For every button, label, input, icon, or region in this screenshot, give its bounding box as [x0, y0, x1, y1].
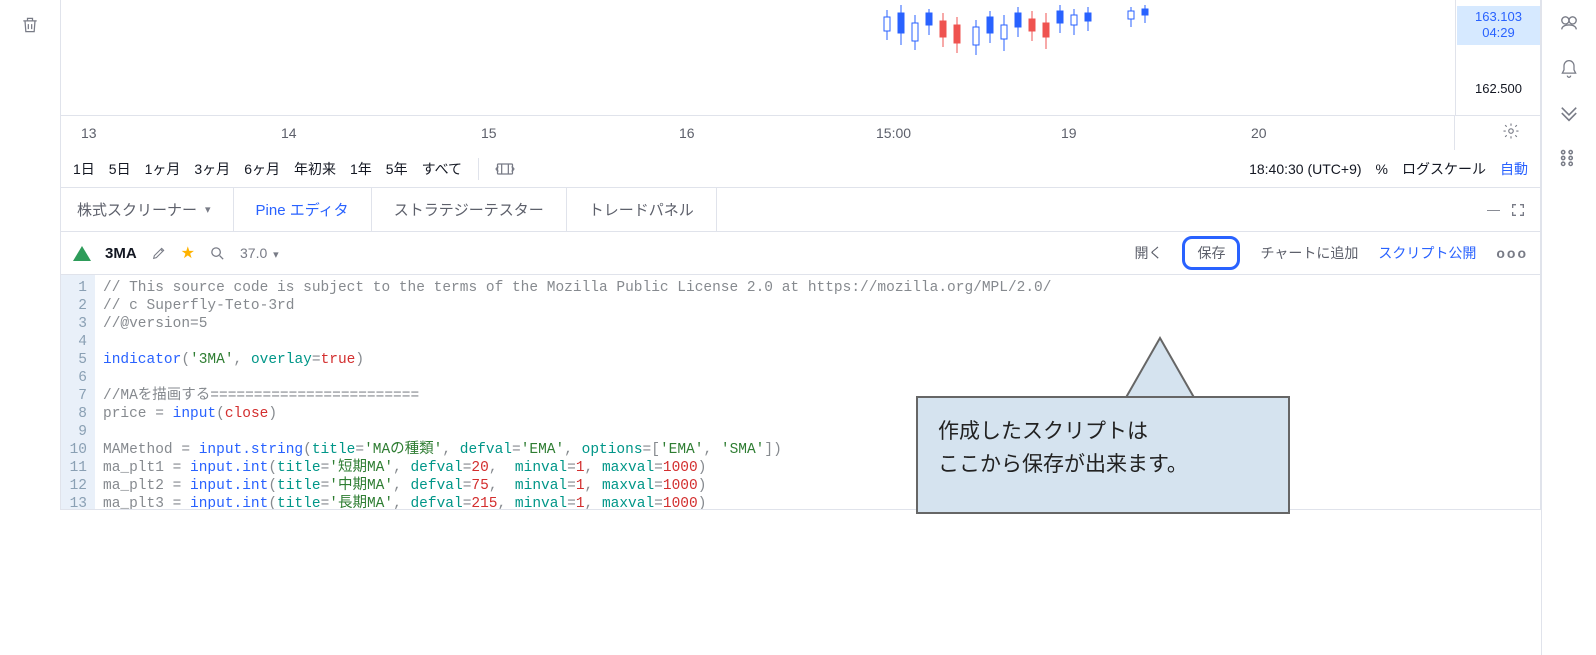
time-axis[interactable]: 13 14 15 16 15:00 19 20	[60, 116, 1541, 150]
tab-trade-panel[interactable]: トレードパネル	[567, 188, 717, 231]
line-number: 9	[65, 423, 87, 441]
line-number: 11	[65, 459, 87, 477]
goto-date-icon[interactable]	[495, 161, 515, 177]
tf-ytd[interactable]: 年初来	[294, 159, 336, 179]
line-number: 2	[65, 297, 87, 315]
tf-5y[interactable]: 5年	[386, 159, 408, 179]
code-editor[interactable]: 12345678910111213 // This source code is…	[60, 274, 1541, 510]
trash-icon[interactable]	[20, 15, 40, 35]
tf-1d[interactable]: 1日	[73, 159, 95, 179]
minimize-icon[interactable]: —	[1487, 202, 1498, 217]
tab-stock-screener[interactable]: 株式スクリーナー ▾	[61, 188, 234, 231]
script-name[interactable]: 3MA	[105, 245, 137, 262]
version-label: 37.0	[240, 245, 267, 261]
line-number: 6	[65, 369, 87, 387]
more-icon[interactable]: ooo	[1496, 245, 1528, 261]
code-line[interactable]: ma_plt1 = input.int(title='短期MA', defval…	[103, 459, 1532, 477]
tf-1mo[interactable]: 1ヶ月	[145, 159, 181, 179]
line-gutter: 12345678910111213	[61, 275, 95, 509]
x-tick: 15:00	[876, 125, 911, 141]
current-price: 163.103	[1457, 9, 1540, 25]
code-line[interactable]	[103, 369, 1532, 387]
price-scale[interactable]: 163.103 04:29 162.500	[1455, 0, 1540, 115]
candlestick-chart	[881, 5, 1231, 70]
star-icon[interactable]: ★	[181, 243, 195, 263]
version-dropdown[interactable]: 37.0 ▾	[240, 245, 279, 261]
publish-script-button[interactable]: スクリプト公開	[1378, 243, 1476, 263]
code-line[interactable]	[103, 423, 1532, 441]
gear-icon[interactable]	[1502, 122, 1520, 140]
x-tick: 20	[1251, 125, 1267, 141]
chart-area[interactable]: 163.103 04:29 162.500	[60, 0, 1541, 116]
tf-5d[interactable]: 5日	[109, 159, 131, 179]
code-line[interactable]: // c Superfly-Teto-3rd	[103, 297, 1532, 315]
code-line[interactable]: //MAを描画する========================	[103, 387, 1532, 405]
chevron-down-icon: ▾	[205, 203, 211, 216]
code-line[interactable]: ma_plt2 = input.int(title='中期MA', defval…	[103, 477, 1532, 495]
line-number: 5	[65, 351, 87, 369]
collapse-right-icon[interactable]	[1558, 105, 1580, 123]
code-line[interactable]: price = input(close)	[103, 405, 1532, 423]
tab-strategy-tester[interactable]: ストラテジーテスター	[372, 188, 567, 231]
tf-6mo[interactable]: 6ヶ月	[244, 159, 280, 179]
line-number: 8	[65, 405, 87, 423]
x-tick: 13	[81, 125, 97, 141]
line-number: 13	[65, 495, 87, 510]
annotation-callout: 作成したスクリプトは ここから保存が出来ます。	[916, 396, 1290, 514]
code-line[interactable]: //@version=5	[103, 315, 1532, 333]
tf-all[interactable]: すべて	[422, 159, 462, 179]
code-line[interactable]: ma_plt3 = input.int(title='長期MA', defval…	[103, 495, 1532, 510]
code-line[interactable]: indicator('3MA', overlay=true)	[103, 351, 1532, 369]
callout-line2: ここから保存が出来ます。	[938, 449, 1268, 482]
line-number: 7	[65, 387, 87, 405]
price-level: 162.500	[1457, 78, 1540, 99]
bottom-panel-tabs: 株式スクリーナー ▾ Pine エディタ ストラテジーテスター トレードパネル …	[60, 188, 1541, 232]
pine-logo-icon	[73, 246, 91, 261]
callout-line1: 作成したスクリプトは	[938, 416, 1268, 449]
x-tick: 19	[1061, 125, 1077, 141]
tab-label: Pine エディタ	[256, 199, 349, 220]
code-body[interactable]: // This source code is subject to the te…	[95, 275, 1540, 509]
logscale-toggle[interactable]: ログスケール	[1402, 159, 1486, 179]
line-number: 4	[65, 333, 87, 351]
current-time: 04:29	[1457, 25, 1540, 41]
tf-1y[interactable]: 1年	[350, 159, 372, 179]
line-number: 10	[65, 441, 87, 459]
chevron-down-icon: ▾	[273, 249, 279, 261]
maximize-icon[interactable]	[1510, 202, 1526, 218]
search-icon[interactable]	[209, 245, 226, 262]
open-button[interactable]: 開く	[1134, 243, 1162, 263]
object-tree-icon[interactable]	[1559, 148, 1579, 168]
right-rail	[1541, 0, 1596, 655]
save-button[interactable]: 保存	[1182, 236, 1240, 270]
code-line[interactable]: // This source code is subject to the te…	[103, 279, 1532, 297]
clock-label[interactable]: 18:40:30 (UTC+9)	[1249, 161, 1361, 177]
tab-label: ストラテジーテスター	[394, 199, 544, 220]
auto-toggle[interactable]: 自動	[1500, 159, 1528, 179]
tab-label: 株式スクリーナー	[77, 199, 197, 220]
x-tick: 14	[281, 125, 297, 141]
percent-toggle[interactable]: %	[1376, 161, 1388, 177]
alert-bell-icon[interactable]	[1559, 58, 1579, 80]
pencil-icon[interactable]	[151, 245, 167, 261]
code-line[interactable]: MAMethod = input.string(title='MAの種類', d…	[103, 441, 1532, 459]
watchlist-icon[interactable]	[1558, 15, 1580, 33]
x-tick: 15	[481, 125, 497, 141]
main-panel: 163.103 04:29 162.500 13 14 15 16 15:00 …	[60, 0, 1541, 655]
tab-label: トレードパネル	[589, 199, 694, 220]
script-toolbar: 3MA ★ 37.0 ▾ 開く 保存 チャートに追加 スクリプト公開 ooo	[60, 232, 1541, 274]
timeframe-bar: 1日 5日 1ヶ月 3ヶ月 6ヶ月 年初来 1年 5年 すべて 18:40:30…	[60, 150, 1541, 188]
current-price-tag: 163.103 04:29	[1457, 6, 1540, 45]
code-line[interactable]	[103, 333, 1532, 351]
add-to-chart-button[interactable]: チャートに追加	[1260, 243, 1358, 263]
line-number: 1	[65, 279, 87, 297]
line-number: 3	[65, 315, 87, 333]
line-number: 12	[65, 477, 87, 495]
x-tick: 16	[679, 125, 695, 141]
tab-pine-editor[interactable]: Pine エディタ	[234, 188, 372, 231]
tf-3mo[interactable]: 3ヶ月	[194, 159, 230, 179]
